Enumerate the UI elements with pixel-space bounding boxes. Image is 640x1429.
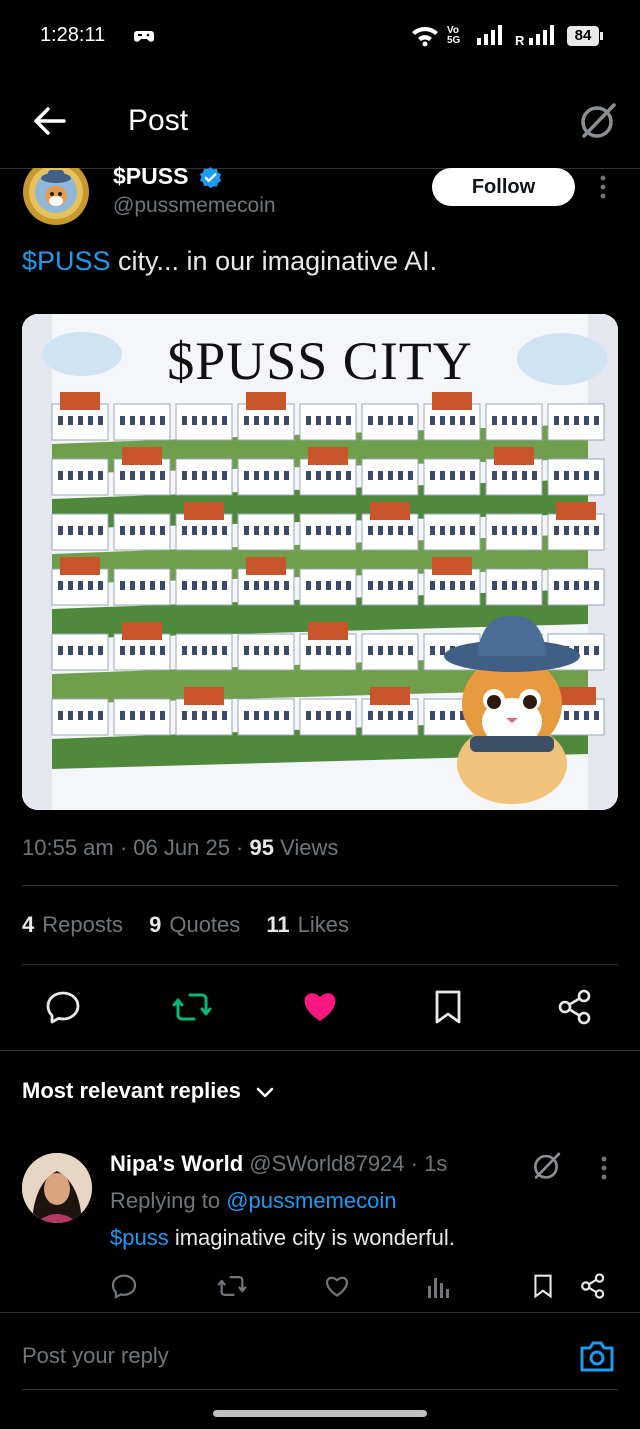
reply-text-body: imaginative city is wonderful. bbox=[168, 1225, 455, 1250]
quotes-stat[interactable]: 9 Quotes bbox=[149, 912, 240, 937]
reply-handle-time[interactable]: @SWorld87924 · 1s bbox=[249, 1151, 447, 1176]
battery-tip bbox=[600, 32, 603, 40]
reply-share-icon[interactable] bbox=[580, 1272, 606, 1300]
likes-count: 11 bbox=[266, 912, 290, 937]
camera-icon[interactable] bbox=[578, 1338, 616, 1374]
likes-stat[interactable]: 11 Likes bbox=[266, 912, 349, 937]
battery-indicator: 84 bbox=[567, 26, 599, 46]
game-controller-icon bbox=[134, 28, 154, 44]
wifi-icon bbox=[410, 24, 440, 48]
verified-badge-icon bbox=[199, 166, 222, 189]
bookmark-icon[interactable] bbox=[432, 988, 464, 1026]
post-meta: 10:55 am · 06 Jun 25 · 95 Views bbox=[22, 835, 338, 861]
reply-more-options-icon[interactable] bbox=[598, 1155, 610, 1181]
reply-reply-icon[interactable] bbox=[110, 1272, 138, 1300]
replying-to-prefix: Replying to bbox=[110, 1188, 227, 1213]
share-icon[interactable] bbox=[557, 988, 593, 1026]
network-type-label: Vo 5G bbox=[447, 25, 461, 46]
reposts-stat[interactable]: 4 Reposts bbox=[22, 912, 123, 937]
status-time: 1:28:11 bbox=[40, 24, 106, 46]
quotes-count: 9 bbox=[149, 912, 162, 937]
more-options-icon[interactable] bbox=[597, 174, 609, 200]
post-text: $PUSS city... in our imaginative AI. bbox=[22, 246, 437, 277]
reply-text: $puss imaginative city is wonderful. bbox=[110, 1225, 455, 1251]
views-label[interactable]: Views bbox=[280, 835, 338, 860]
reply-icon[interactable] bbox=[44, 988, 82, 1026]
replying-to: Replying to @pussmemecoin bbox=[110, 1188, 396, 1214]
replies-sort-label: Most relevant replies bbox=[22, 1078, 241, 1103]
views-icon[interactable] bbox=[426, 1274, 450, 1300]
roaming-label: R bbox=[515, 33, 525, 48]
post-date: 06 Jun 25 bbox=[133, 835, 230, 860]
reposts-label: Reposts bbox=[42, 912, 123, 937]
follow-button[interactable]: Follow bbox=[432, 168, 575, 206]
back-arrow-icon[interactable] bbox=[30, 102, 68, 140]
image-caption-text: $PUSS CITY bbox=[167, 331, 473, 391]
reposts-count: 4 bbox=[22, 912, 35, 937]
author-name-text[interactable]: $PUSS bbox=[113, 163, 188, 189]
divider bbox=[0, 1312, 640, 1313]
replying-to-handle[interactable]: @pussmemecoin bbox=[226, 1188, 396, 1213]
post-text-body: city... in our imaginative AI. bbox=[110, 246, 438, 276]
reply-repost-icon[interactable] bbox=[217, 1272, 247, 1300]
chevron-down-icon[interactable] bbox=[255, 1085, 275, 1101]
meta-separator: · bbox=[113, 835, 134, 860]
likes-label: Likes bbox=[297, 912, 350, 937]
reply-heart-icon[interactable] bbox=[323, 1272, 351, 1300]
views-count: 95 bbox=[249, 835, 274, 860]
post-image[interactable]: $PUSS CITY bbox=[22, 314, 618, 810]
quotes-label: Quotes bbox=[169, 912, 241, 937]
repost-icon[interactable] bbox=[172, 988, 212, 1026]
reply-author-avatar[interactable] bbox=[22, 1153, 92, 1223]
author-display-name[interactable]: $PUSS bbox=[113, 163, 188, 190]
reply-author[interactable]: Nipa's World @SWorld87924 · 1s bbox=[110, 1151, 447, 1177]
reply-input[interactable]: Post your reply bbox=[22, 1343, 169, 1369]
reply-bookmark-icon[interactable] bbox=[532, 1272, 554, 1300]
status-bar: 1:28:11 Vo 5G R 84 bbox=[0, 0, 640, 72]
cashtag-link[interactable]: $PUSS bbox=[22, 246, 111, 276]
meta-separator: · bbox=[229, 835, 250, 860]
page-title: Post bbox=[128, 104, 189, 137]
author-handle[interactable]: @pussmemecoin bbox=[113, 194, 276, 218]
author-avatar[interactable] bbox=[22, 168, 90, 226]
divider bbox=[0, 1050, 640, 1051]
signal-icon bbox=[476, 24, 506, 46]
heart-icon[interactable] bbox=[301, 988, 339, 1024]
divider bbox=[22, 1389, 618, 1390]
post-time: 10:55 am bbox=[22, 835, 114, 860]
grok-icon[interactable] bbox=[530, 1150, 562, 1182]
divider bbox=[22, 885, 618, 886]
reply-cashtag-link[interactable]: $puss bbox=[110, 1225, 169, 1250]
signal-icon-sim2 bbox=[528, 24, 558, 46]
replies-sort-dropdown[interactable]: Most relevant replies bbox=[22, 1078, 241, 1104]
post-stats: 4 Reposts 9 Quotes 11 Likes bbox=[22, 912, 369, 938]
grok-icon[interactable] bbox=[576, 100, 618, 142]
divider bbox=[22, 964, 618, 965]
home-indicator[interactable] bbox=[213, 1410, 427, 1417]
reply-display-name[interactable]: Nipa's World bbox=[110, 1151, 243, 1176]
